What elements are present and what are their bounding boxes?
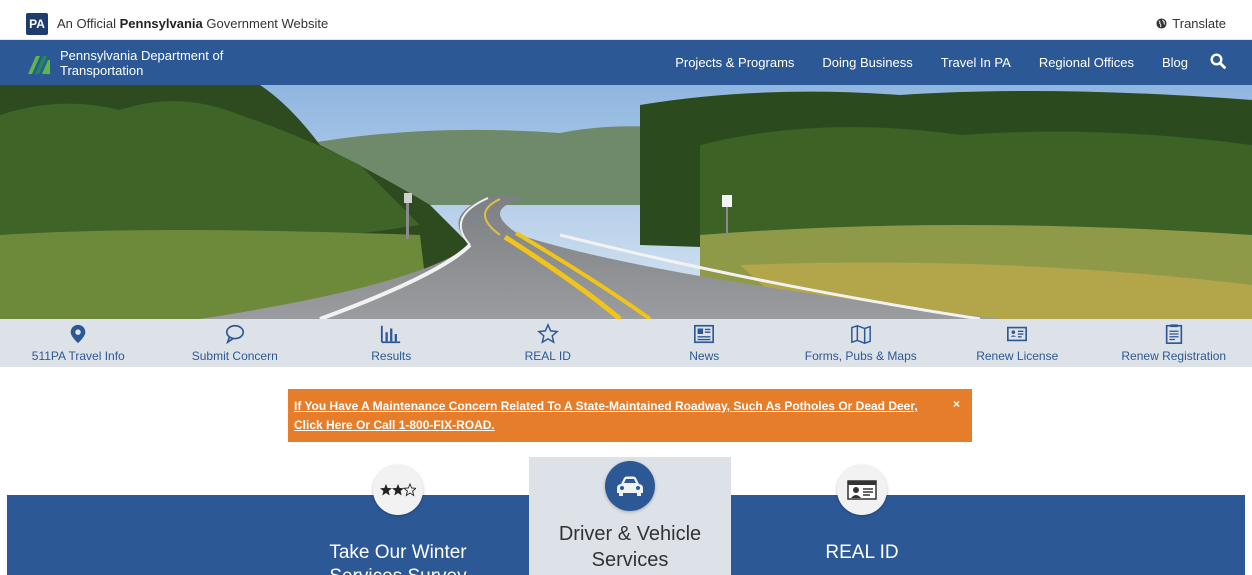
nav-travel-in-pa[interactable]: Travel In PA: [941, 55, 1011, 70]
newspaper-icon: [694, 324, 715, 344]
map-pin-icon: [70, 324, 86, 344]
globe-icon: [1156, 18, 1167, 29]
penndot-logo[interactable]: [26, 50, 52, 76]
car-icon: [605, 461, 655, 511]
official-banner: PA An Official Pennsylvania Government W…: [0, 0, 1252, 40]
id-card-icon: [837, 465, 887, 515]
nav-projects-programs[interactable]: Projects & Programs: [675, 55, 794, 70]
main-navigation: Pennsylvania Department of Transportatio…: [0, 40, 1252, 85]
hero-road-image: [0, 85, 1252, 319]
quicklink-forms-pubs-maps[interactable]: Forms, Pubs & Maps: [783, 319, 940, 367]
alert-region: If You Have A Maintenance Concern Relate…: [0, 367, 1252, 457]
close-icon[interactable]: ×: [953, 395, 960, 414]
official-website-text: An Official Pennsylvania Government Webs…: [57, 16, 329, 31]
quicklink-renew-license[interactable]: Renew License: [939, 319, 1096, 367]
quicklink-results[interactable]: Results: [313, 319, 470, 367]
department-name[interactable]: Pennsylvania Department of Transportatio…: [60, 48, 260, 78]
quick-links-bar: 511PA Travel Info Submit Concern Results…: [0, 319, 1252, 367]
quicklink-511pa[interactable]: 511PA Travel Info: [0, 319, 157, 367]
id-card-icon: [1007, 326, 1028, 342]
registration-icon: [1165, 324, 1182, 344]
quicklink-renew-registration[interactable]: Renew Registration: [1096, 319, 1252, 367]
translate-button[interactable]: Translate: [1156, 16, 1226, 31]
nav-doing-business[interactable]: Doing Business: [822, 55, 912, 70]
nav-blog[interactable]: Blog: [1162, 55, 1188, 70]
nav-links: Projects & Programs Doing Business Trave…: [675, 53, 1226, 72]
card-driver-vehicle-services[interactable]: Driver & Vehicle Services: [529, 457, 731, 575]
search-icon[interactable]: [1210, 53, 1226, 72]
quicklink-news[interactable]: News: [626, 319, 783, 367]
quicklink-submit-concern[interactable]: Submit Concern: [157, 319, 314, 367]
card-winter-survey[interactable]: Take Our Winter Services Survey: [298, 457, 498, 575]
pa-logo[interactable]: PA: [26, 12, 48, 35]
rating-stars-icon: [373, 465, 423, 515]
maintenance-alert-link[interactable]: If You Have A Maintenance Concern Relate…: [288, 389, 972, 442]
map-icon: [850, 324, 871, 344]
speech-bubble-icon: [225, 324, 244, 345]
bar-chart-icon: [381, 325, 401, 344]
star-icon: [536, 323, 559, 344]
nav-regional-offices[interactable]: Regional Offices: [1039, 55, 1134, 70]
card-real-id[interactable]: REAL ID: [762, 457, 962, 565]
feature-cards: Take Our Winter Services Survey Driver &…: [0, 457, 1252, 575]
quicklink-real-id[interactable]: REAL ID: [470, 319, 627, 367]
